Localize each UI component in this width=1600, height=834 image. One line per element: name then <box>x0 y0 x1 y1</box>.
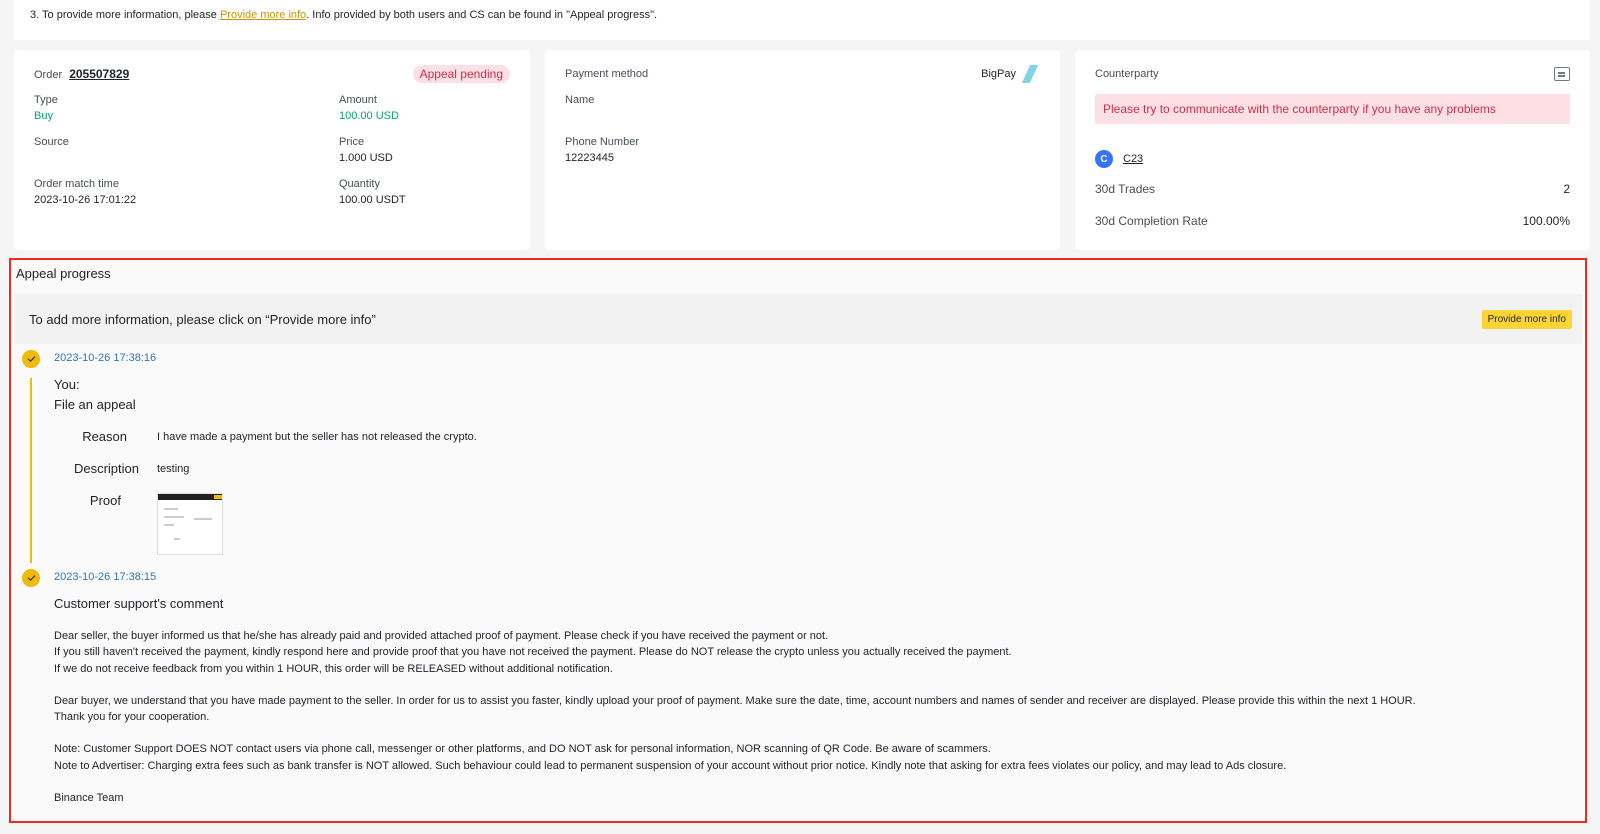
completion-row: 30d Completion Rate 100.00% <box>1095 214 1570 228</box>
status-badge: Appeal pending <box>412 65 510 83</box>
trades-label: 30d Trades <box>1095 182 1156 196</box>
payment-method: BigPay <box>981 65 1040 83</box>
counterparty-username-link[interactable]: C23 <box>1123 153 1143 165</box>
comment-line: Note to Advertiser: Charging extra fees … <box>54 759 1287 772</box>
avatar: C <box>1095 150 1113 168</box>
comment-paragraph: Dear buyer, we understand that you have … <box>54 694 1416 724</box>
entry-timestamp: 2023-10-26 17:38:16 <box>54 352 157 364</box>
reason-value: I have made a payment but the seller has… <box>157 431 477 443</box>
entry-author: You: <box>54 377 80 392</box>
entry-timestamp: 2023-10-26 17:38:15 <box>54 571 157 583</box>
top-note: 3. To provide more information, please P… <box>14 0 1590 40</box>
phone-value: 12223445 <box>565 152 614 164</box>
counterparty-label: Counterparty <box>1095 68 1159 80</box>
proof-label: Proof <box>89 493 121 508</box>
support-comment: Dear seller, the buyer informed us that … <box>54 628 1454 822</box>
provide-info-text: To add more information, please click on… <box>29 311 376 327</box>
appeal-progress-title: Appeal progress <box>16 266 111 281</box>
chat-icon[interactable] <box>1554 67 1570 81</box>
comment-line: Dear seller, the buyer informed us that … <box>54 630 829 642</box>
comment-line: If you still haven't received the paymen… <box>54 646 1012 659</box>
completion-value: 100.00% <box>1522 214 1570 228</box>
price-value: 1.000 USD <box>339 152 393 164</box>
price-label: Price <box>339 136 365 148</box>
order-label: Order <box>34 69 63 81</box>
match-time-label: Order match time <box>34 178 119 190</box>
description-value: testing <box>157 463 190 475</box>
type-value: Buy <box>34 110 53 122</box>
provide-more-info-link[interactable]: Provide more info <box>220 9 306 21</box>
trades-value: 2 <box>1563 182 1570 196</box>
counterparty-warning: Please try to communicate with the count… <box>1095 94 1570 124</box>
type-label: Type <box>34 94 58 106</box>
top-note-suffix: . Info provided by both users and CS can… <box>306 9 658 21</box>
appeal-progress-panel: Appeal progress To add more information,… <box>9 258 1587 823</box>
name-label: Name <box>565 94 595 106</box>
comment-signature: Binance Team <box>54 792 124 805</box>
entry-title: Customer support's comment <box>54 596 224 611</box>
phone-label: Phone Number <box>565 136 639 148</box>
completion-label: 30d Completion Rate <box>1095 214 1208 228</box>
amount-label: Amount <box>339 94 377 106</box>
proof-thumbnail[interactable] <box>157 493 223 555</box>
counterparty-card: Counterparty Please try to communicate w… <box>1075 50 1590 250</box>
payment-card: Payment method BigPay Name Phone Number … <box>545 50 1060 250</box>
match-time-value: 2023-10-26 17:01:22 <box>34 194 137 206</box>
comment-line: Note: Customer Support DOES NOT contact … <box>54 743 991 756</box>
order-number-link[interactable]: 205507829 <box>69 67 129 81</box>
quantity-value: 100.00 USDT <box>339 194 406 206</box>
bigpay-logo-icon <box>1022 65 1040 83</box>
check-icon <box>22 350 40 368</box>
top-note-prefix: 3. To provide more information, please <box>30 9 220 21</box>
order-card: Order 205507829 Appeal pending Type Buy … <box>14 50 530 250</box>
check-icon <box>22 569 40 587</box>
payment-method-label: Payment method <box>565 68 649 80</box>
source-label: Source <box>34 136 69 148</box>
provide-info-bar: To add more information, please click on… <box>14 294 1582 344</box>
comment-line: If we do not receive feedback from you w… <box>54 662 613 675</box>
payment-method-name: BigPay <box>981 68 1016 80</box>
amount-value: 100.00 USD <box>339 110 399 122</box>
trades-row: 30d Trades 2 <box>1095 182 1570 196</box>
entry-action: File an appeal <box>54 397 136 412</box>
provide-more-info-button[interactable]: Provide more info <box>1481 309 1572 329</box>
reason-label: Reason <box>82 429 127 444</box>
quantity-label: Quantity <box>339 178 380 190</box>
description-label: Description <box>73 461 139 476</box>
